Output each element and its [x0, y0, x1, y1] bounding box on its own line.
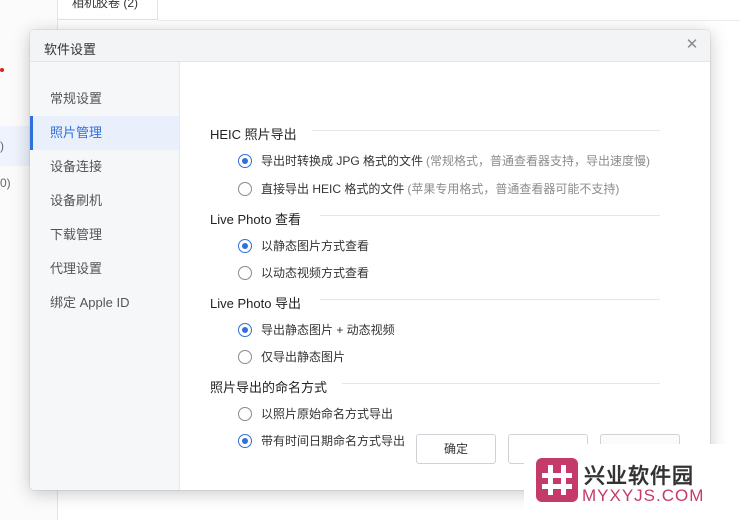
radio-option-export-static-only[interactable]: 仅导出静态图片: [238, 348, 345, 365]
radio-option-name-original[interactable]: 以照片原始命名方式导出: [238, 405, 393, 422]
radio-button[interactable]: [238, 238, 252, 253]
section-divider: [320, 299, 660, 300]
nav-item-general[interactable]: 常规设置: [30, 82, 179, 116]
watermark: 兴业软件园 MYXYJS.COM: [524, 444, 740, 520]
section-divider: [312, 130, 660, 131]
nav-item-bind-apple-id[interactable]: 绑定 Apple ID: [30, 286, 179, 320]
radio-option-view-video[interactable]: 以动态视频方式查看: [238, 264, 369, 281]
nav-item-download-management[interactable]: 下载管理: [30, 218, 179, 252]
nav-item-proxy-settings[interactable]: 代理设置: [30, 252, 179, 286]
section-divider: [342, 383, 660, 384]
section-divider: [320, 215, 660, 216]
settings-nav: 常规设置 照片管理 设备连接 设备刷机 下载管理 代理设置 绑定 Apple I…: [30, 62, 180, 490]
close-icon[interactable]: ✕: [684, 37, 700, 53]
watermark-logo-icon: [536, 458, 578, 502]
radio-option-export-static-video[interactable]: 导出静态图片 + 动态视频: [238, 321, 395, 338]
settings-content: HEIC 照片导出 导出时转换成 JPG 格式的文件 (常规格式，普通查看器支持…: [210, 62, 710, 490]
radio-option-export-jpg[interactable]: 导出时转换成 JPG 格式的文件 (常规格式，普通查看器支持，导出速度慢): [238, 152, 650, 169]
background-sidebar-text: 0): [0, 176, 11, 190]
section-title-heic-export: HEIC 照片导出: [210, 127, 297, 142]
option-label: 导出静态图片 + 动态视频: [261, 323, 395, 337]
option-label: 以动态视频方式查看: [261, 266, 370, 280]
option-hint: (常规格式，普通查看器支持，导出速度慢): [426, 154, 651, 168]
radio-option-name-datetime[interactable]: 带有时间日期命名方式导出: [238, 432, 405, 449]
background-tab[interactable]: 相机胶卷 (2): [58, 0, 158, 20]
radio-button[interactable]: [238, 322, 252, 337]
nav-item-device-flash[interactable]: 设备刷机: [30, 184, 179, 218]
radio-button[interactable]: [238, 153, 252, 168]
section-title-live-photo-view: Live Photo 查看: [210, 212, 302, 227]
radio-button[interactable]: [238, 406, 252, 421]
option-label: 直接导出 HEIC 格式的文件: [261, 182, 405, 196]
radio-button[interactable]: [238, 181, 252, 196]
nav-item-device-connection[interactable]: 设备连接: [30, 150, 179, 184]
nav-item-photo-management[interactable]: 照片管理: [30, 116, 179, 150]
option-label: 仅导出静态图片: [261, 350, 346, 364]
confirm-button[interactable]: 确定: [416, 434, 496, 464]
notification-dot: [0, 68, 4, 72]
section-title-naming: 照片导出的命名方式: [210, 380, 328, 395]
radio-button[interactable]: [238, 349, 252, 364]
section-title-live-photo-export: Live Photo 导出: [210, 296, 302, 311]
radio-option-view-static[interactable]: 以静态图片方式查看: [238, 237, 369, 254]
radio-option-export-heic[interactable]: 直接导出 HEIC 格式的文件 (苹果专用格式，普通查看器可能不支持): [238, 180, 619, 197]
option-label: 以静态图片方式查看: [261, 239, 370, 253]
radio-button[interactable]: [238, 433, 252, 448]
dialog-header: 软件设置 ✕: [30, 30, 710, 62]
dialog-title: 软件设置: [44, 42, 97, 57]
settings-dialog: 软件设置 ✕ 常规设置 照片管理 设备连接 设备刷机 下载管理 代理设置 绑定 …: [30, 30, 710, 490]
option-label: 带有时间日期命名方式导出: [261, 434, 406, 448]
option-label: 导出时转换成 JPG 格式的文件: [261, 154, 424, 168]
background-sidebar-text: ): [0, 139, 4, 153]
option-hint: (苹果专用格式，普通查看器可能不支持): [407, 182, 620, 196]
watermark-url: MYXYJS.COM: [582, 486, 705, 505]
option-label: 以照片原始命名方式导出: [261, 407, 394, 421]
divider: [158, 20, 740, 21]
radio-button[interactable]: [238, 265, 252, 280]
